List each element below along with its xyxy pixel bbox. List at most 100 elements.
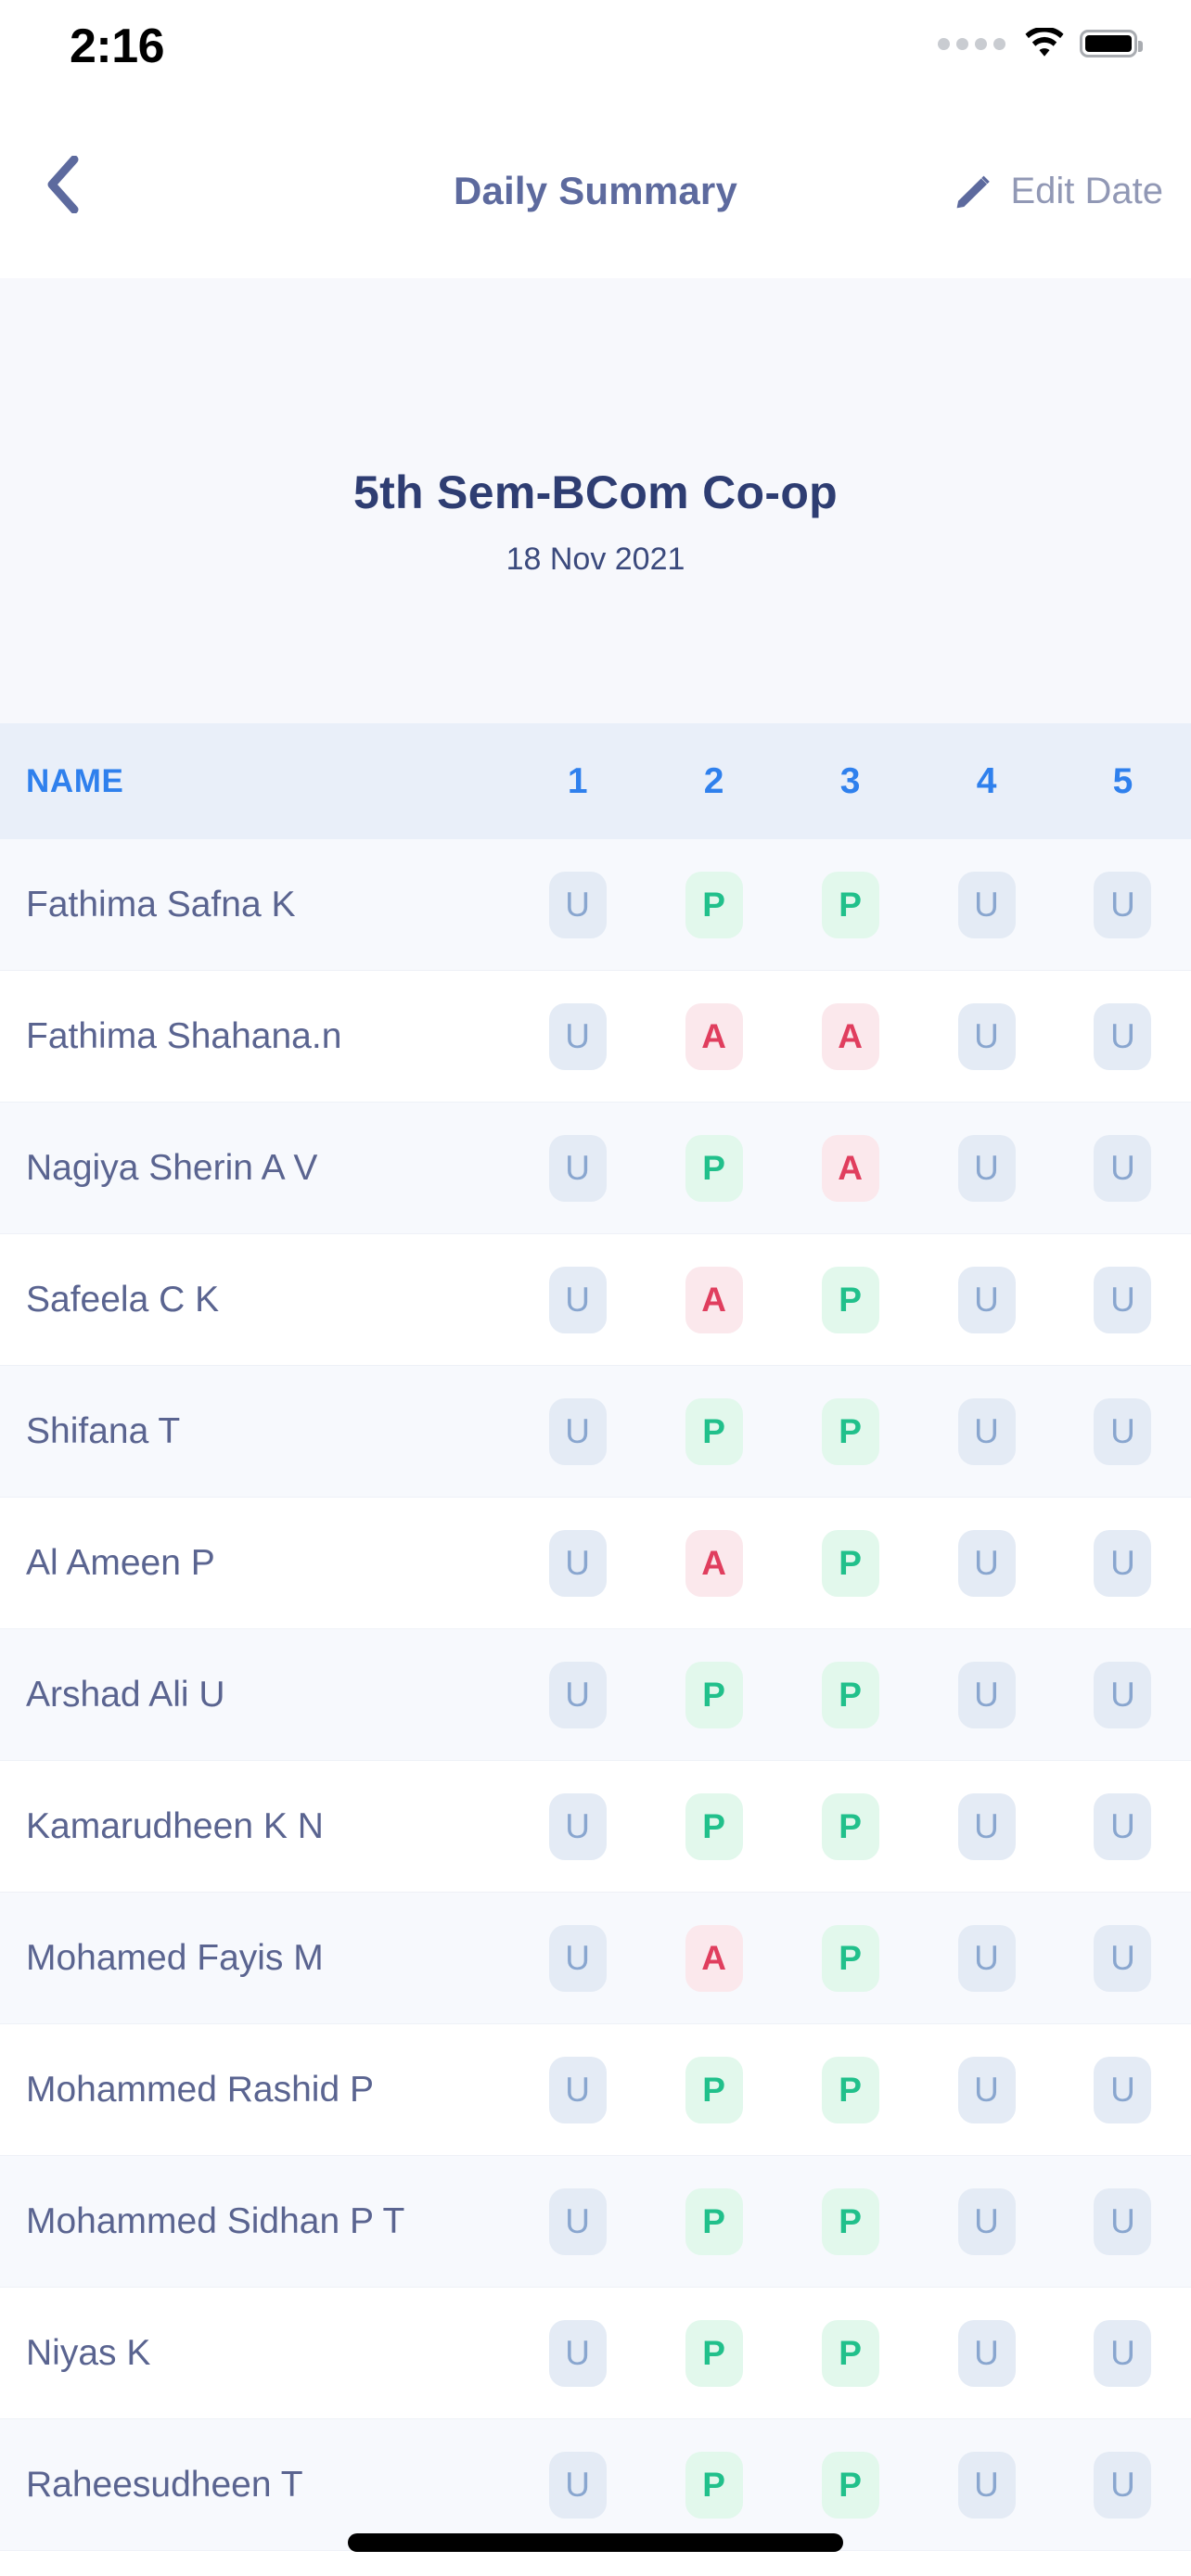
attendance-badge[interactable]: P <box>685 2056 743 2123</box>
attendance-badge[interactable]: A <box>821 1134 879 1202</box>
attendance-badge[interactable]: U <box>957 871 1016 938</box>
attendance-badge[interactable]: U <box>957 1661 1016 1728</box>
attendance-cell[interactable]: P <box>646 2056 782 2123</box>
column-header-period-5[interactable]: 5 <box>1055 761 1191 802</box>
attendance-badge[interactable]: U <box>957 2451 1016 2519</box>
attendance-badge[interactable]: U <box>1094 1134 1152 1202</box>
attendance-badge[interactable]: U <box>1094 1529 1152 1597</box>
table-row[interactable]: Mohammed Sidhan P T U P P U U <box>0 2156 1191 2288</box>
attendance-cell[interactable]: U <box>1055 1529 1191 1597</box>
attendance-badge[interactable]: P <box>821 1529 879 1597</box>
attendance-badge[interactable]: P <box>821 2056 879 2123</box>
edit-date-button[interactable]: Edit Date <box>953 171 1163 212</box>
attendance-cell[interactable]: P <box>782 1266 918 1333</box>
attendance-cell[interactable]: U <box>1055 1002 1191 1070</box>
attendance-badge[interactable]: U <box>548 2319 607 2387</box>
attendance-cell[interactable]: P <box>782 2319 918 2387</box>
attendance-cell[interactable]: P <box>646 1134 782 1202</box>
table-row[interactable]: Arshad Ali U U P P U U <box>0 1629 1191 1761</box>
attendance-badge[interactable]: U <box>957 1002 1016 1070</box>
table-row[interactable]: Fathima Safna K U P P U U <box>0 839 1191 971</box>
attendance-badge[interactable]: P <box>685 871 743 938</box>
table-row[interactable]: Niyas K U P P U U <box>0 2288 1191 2419</box>
table-row[interactable]: Mohamed Fayis M U A P U U <box>0 1893 1191 2024</box>
attendance-cell[interactable]: P <box>782 2451 918 2519</box>
attendance-cell[interactable]: U <box>509 1397 646 1465</box>
attendance-badge[interactable]: P <box>685 1661 743 1728</box>
attendance-badge[interactable]: P <box>685 2319 743 2387</box>
column-header-period-4[interactable]: 4 <box>918 761 1055 802</box>
attendance-badge[interactable]: P <box>821 2319 879 2387</box>
attendance-cell[interactable]: U <box>918 1397 1055 1465</box>
attendance-badge[interactable]: U <box>1094 1002 1152 1070</box>
attendance-badge[interactable]: P <box>685 1397 743 1465</box>
attendance-cell[interactable]: A <box>646 1266 782 1333</box>
attendance-badge[interactable]: U <box>1094 871 1152 938</box>
attendance-cell[interactable]: U <box>918 1002 1055 1070</box>
attendance-cell[interactable]: P <box>782 871 918 938</box>
table-row[interactable]: Safeela C K U A P U U <box>0 1234 1191 1366</box>
attendance-cell[interactable]: U <box>1055 2451 1191 2519</box>
attendance-cell[interactable]: U <box>509 1661 646 1728</box>
table-row[interactable]: Shifana T U P P U U <box>0 1366 1191 1498</box>
attendance-badge[interactable]: U <box>548 1266 607 1333</box>
attendance-badge[interactable]: P <box>821 871 879 938</box>
attendance-badge[interactable]: U <box>957 1924 1016 1992</box>
attendance-badge[interactable]: U <box>548 2056 607 2123</box>
attendance-cell[interactable]: P <box>646 1792 782 1860</box>
table-row[interactable]: Mohammed Rashid P U P P U U <box>0 2024 1191 2156</box>
attendance-badge[interactable]: P <box>821 1792 879 1860</box>
attendance-cell[interactable]: U <box>509 1529 646 1597</box>
attendance-cell[interactable]: U <box>1055 871 1191 938</box>
attendance-cell[interactable]: U <box>509 2319 646 2387</box>
attendance-cell[interactable]: U <box>1055 1661 1191 1728</box>
attendance-badge[interactable]: U <box>1094 1397 1152 1465</box>
table-row[interactable]: Shafeeqali V PUPPUU <box>0 2551 1191 2576</box>
attendance-cell[interactable]: U <box>918 1266 1055 1333</box>
attendance-cell[interactable]: P <box>646 2451 782 2519</box>
attendance-cell[interactable]: U <box>918 2319 1055 2387</box>
table-row[interactable]: Nagiya Sherin A V U P A U U <box>0 1103 1191 1234</box>
attendance-cell[interactable]: U <box>918 1529 1055 1597</box>
attendance-badge[interactable]: U <box>548 871 607 938</box>
attendance-cell[interactable]: U <box>1055 1134 1191 1202</box>
table-row[interactable]: Raheesudheen T U P P U U <box>0 2419 1191 2551</box>
attendance-cell[interactable]: P <box>646 871 782 938</box>
attendance-badge[interactable]: P <box>685 1134 743 1202</box>
attendance-cell[interactable]: P <box>646 2187 782 2255</box>
attendance-cell[interactable]: P <box>782 2056 918 2123</box>
column-header-period-1[interactable]: 1 <box>509 761 646 802</box>
attendance-badge[interactable]: U <box>957 2319 1016 2387</box>
attendance-badge[interactable]: A <box>821 1002 879 1070</box>
attendance-cell[interactable]: A <box>646 1924 782 1992</box>
attendance-cell[interactable]: U <box>509 1924 646 1992</box>
attendance-badge[interactable]: U <box>548 2187 607 2255</box>
attendance-badge[interactable]: P <box>821 2451 879 2519</box>
attendance-badge[interactable]: U <box>1094 1661 1152 1728</box>
attendance-cell[interactable]: U <box>509 1134 646 1202</box>
attendance-cell[interactable]: P <box>782 1529 918 1597</box>
attendance-cell[interactable]: U <box>918 1134 1055 1202</box>
attendance-cell[interactable]: U <box>1055 2319 1191 2387</box>
column-header-period-3[interactable]: 3 <box>782 761 918 802</box>
attendance-badge[interactable]: P <box>821 1397 879 1465</box>
attendance-badge[interactable]: U <box>1094 2451 1152 2519</box>
attendance-cell[interactable]: P <box>646 1661 782 1728</box>
attendance-badge[interactable]: U <box>957 1529 1016 1597</box>
attendance-badge[interactable]: U <box>548 1924 607 1992</box>
attendance-badge[interactable]: A <box>685 1266 743 1333</box>
attendance-cell[interactable]: A <box>782 1002 918 1070</box>
attendance-badge[interactable]: P <box>821 1661 879 1728</box>
attendance-cell[interactable]: U <box>1055 2187 1191 2255</box>
attendance-cell[interactable]: P <box>782 1792 918 1860</box>
attendance-cell[interactable]: P <box>646 1397 782 1465</box>
attendance-cell[interactable]: U <box>509 1792 646 1860</box>
attendance-badge[interactable]: U <box>1094 1924 1152 1992</box>
attendance-badge[interactable]: U <box>1094 1266 1152 1333</box>
attendance-cell[interactable]: U <box>1055 1266 1191 1333</box>
attendance-cell[interactable]: U <box>1055 1397 1191 1465</box>
attendance-cell[interactable]: P <box>782 1397 918 1465</box>
attendance-cell[interactable]: U <box>918 1792 1055 1860</box>
attendance-badge[interactable]: U <box>548 1002 607 1070</box>
attendance-badge[interactable]: U <box>1094 1792 1152 1860</box>
